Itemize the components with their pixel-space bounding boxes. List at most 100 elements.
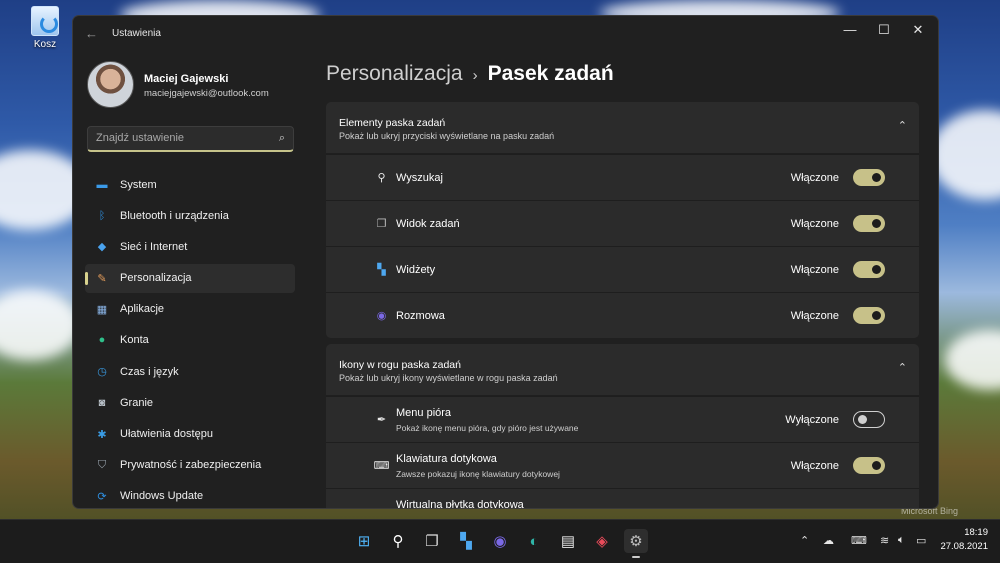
setting-label: Rozmowa	[396, 310, 445, 322]
sidebar-item-label: Granie	[120, 396, 154, 409]
sidebar-item-label: Konta	[120, 334, 149, 347]
search-input[interactable]	[88, 127, 263, 149]
taskbar-widgets-icon[interactable]: ▚	[454, 529, 478, 553]
group-header[interactable]: Elementy paska zadań Pokaż lub ukryj przy…	[326, 102, 919, 154]
toggle-switch[interactable]	[853, 411, 885, 428]
taskbar-settings-icon[interactable]: ⚙	[624, 529, 648, 558]
search-icon: ⚲	[377, 172, 386, 184]
toggle-switch[interactable]	[853, 261, 885, 278]
pen-icon: ✒	[376, 414, 387, 426]
sidebar-item-windows-update[interactable]: ⟳ Windows Update	[85, 482, 295, 508]
minimize-button[interactable]: —	[836, 22, 864, 37]
toggle-state-label: Włączone	[790, 460, 839, 472]
breadcrumb-separator-icon: ›	[472, 67, 478, 84]
taskbar-search-icon[interactable]: ⚲	[386, 529, 410, 553]
avatar[interactable]	[87, 61, 134, 108]
profile-email: maciejgajewski@outlook.com	[144, 88, 269, 99]
toggle-switch[interactable]	[853, 169, 885, 186]
sidebar-item-ułatwienia-dostępu[interactable]: ✱ Ułatwienia dostępu	[85, 420, 295, 449]
setting-label: Menu pióra	[396, 407, 452, 419]
settings-group: Ikony w rogu paska zadań Pokaż lub ukryj …	[326, 344, 919, 509]
sidebar-item-personalizacja[interactable]: ✎ Personalizacja	[85, 263, 295, 293]
clock-time: 18:19	[964, 527, 988, 538]
window-title: Ustawienia	[112, 28, 161, 39]
sidebar-item-sieć-i-internet[interactable]: ◆ Sieć i Internet	[85, 232, 295, 261]
group-subtitle: Pokaż lub ukryj przyciski wyświetlane na…	[339, 131, 555, 141]
toggle-state-label: Włączone	[790, 218, 839, 230]
settings-window: ← Ustawienia — ☐ ✕ Maciej Gajewski macie…	[72, 15, 939, 509]
recycle-bin-label: Kosz	[33, 39, 57, 50]
setting-label: Widok zadań	[396, 218, 460, 230]
sidebar-item-bluetooth-i-urządzenia[interactable]: ᛒ Bluetooth i urządzenia	[85, 201, 295, 230]
setting-row: ◉ Rozmowa Włączone	[326, 292, 919, 338]
monitor-icon: ▬	[96, 178, 108, 191]
taskbar-start-icon[interactable]: ⊞	[352, 529, 376, 553]
taskbar: ⊞ ⚲ ❐ ▚ ◉ ◐ ▤ ◈ ⚙ ⌃ ☁ ⌨ ≋ 🔈︎ ▭ 18:19 27.08.2021	[0, 519, 1000, 563]
taskbar-edge-canary-icon[interactable]: ◐	[522, 529, 546, 553]
sidebar-item-prywatność-i-zabezpieczenia[interactable]: ⛉ Prywatność i zabezpieczenia	[85, 451, 295, 480]
setting-row: ✒ Menu pióra Pokaż ikonę menu pióra, gdy p…	[326, 396, 919, 442]
toggle-switch[interactable]	[853, 215, 885, 232]
tray-overflow-chevron-icon[interactable]: ⌃	[800, 534, 809, 547]
brush-icon: ✎	[97, 272, 107, 285]
group-header[interactable]: Ikony w rogu paska zadań Pokaż lub ukryj …	[326, 344, 919, 396]
recycle-bin-icon	[31, 6, 59, 36]
taskbar-office-icon[interactable]: ◈	[590, 529, 614, 553]
wallpaper-cloud	[930, 110, 1000, 200]
chevron-up-icon[interactable]: ⌃	[898, 361, 907, 374]
touchpad-icon: ▭	[375, 505, 388, 508]
toggle-state-label: Wyłączone	[785, 414, 839, 426]
setting-description: Zawsze pokazuj ikonę klawiatury dotykowe…	[396, 469, 560, 479]
wallpaper-cloud	[0, 290, 80, 360]
setting-row: ▭ Wirtualna płytka dotykowa	[326, 488, 919, 509]
battery-icon[interactable]: ▭	[916, 534, 926, 547]
setting-row: ⚲ Wyszukaj Włączone	[326, 154, 919, 200]
taskbar-teams-chat-icon[interactable]: ◉	[488, 529, 512, 553]
sidebar-item-granie[interactable]: ◙ Granie	[85, 388, 295, 417]
back-button[interactable]: ←	[85, 26, 98, 41]
wallpaper-cloud	[945, 330, 1000, 390]
setting-row: ▚ Widżety Włączone	[326, 246, 919, 292]
sidebar-item-label: Czas i język	[120, 365, 179, 378]
page-title: Pasek zadań	[487, 62, 614, 85]
sidebar-item-system[interactable]: ▬ System	[85, 170, 295, 199]
onedrive-cloud-icon[interactable]: ☁	[823, 534, 834, 547]
sidebar-item-czas-i-język[interactable]: ◷ Czas i język	[85, 357, 295, 386]
task-view-icon: ❐	[376, 218, 387, 230]
maximize-button[interactable]: ☐	[870, 22, 898, 38]
volume-icon[interactable]: 🔈︎	[898, 534, 905, 547]
sidebar-item-konta[interactable]: ● Konta	[85, 326, 295, 355]
recycle-bin-desktop-icon[interactable]: Kosz	[22, 6, 68, 50]
toggle-switch[interactable]	[853, 457, 885, 474]
accessibility-icon: ✱	[97, 428, 107, 441]
taskbar-task-view-icon[interactable]: ❐	[420, 529, 444, 553]
sidebar-item-label: Bluetooth i urządzenia	[120, 209, 229, 222]
toggle-switch[interactable]	[853, 307, 885, 324]
shield-icon: ⛉	[97, 458, 107, 471]
setting-row: ❐ Widok zadań Włączone	[326, 200, 919, 246]
settings-group: Elementy paska zadań Pokaż lub ukryj przy…	[326, 102, 919, 338]
taskbar-store-icon[interactable]: ▤	[556, 529, 580, 553]
touch-keyboard-icon[interactable]: ⌨	[851, 534, 867, 547]
setting-label: Wirtualna płytka dotykowa	[396, 499, 524, 509]
sidebar-item-label: Aplikacje	[120, 303, 165, 316]
wifi-icon[interactable]: ≋	[880, 534, 889, 547]
close-button[interactable]: ✕	[904, 22, 932, 38]
sidebar-item-label: Sieć i Internet	[120, 240, 188, 253]
sidebar-item-aplikacje[interactable]: ▦ Aplikacje	[85, 295, 295, 324]
globe-clock-icon: ◷	[97, 366, 107, 379]
toggle-state-label: Włączone	[790, 264, 839, 276]
group-title: Ikony w rogu paska zadań	[339, 359, 461, 371]
search-icon[interactable]: ⌕	[279, 132, 285, 145]
title-bar[interactable]: ← Ustawienia — ☐ ✕	[73, 16, 938, 52]
setting-label: Klawiatura dotykowa	[396, 453, 497, 465]
widgets-icon: ▚	[377, 264, 386, 276]
keyboard-icon: ⌨	[373, 460, 390, 472]
breadcrumb-parent[interactable]: Personalizacja	[326, 62, 463, 85]
chevron-up-icon[interactable]: ⌃	[898, 119, 907, 132]
settings-search-box[interactable]: ⌕	[87, 126, 294, 152]
taskbar-clock[interactable]: 18:19 27.08.2021	[940, 526, 988, 554]
apps-icon: ▦	[96, 303, 108, 316]
update-icon: ⟳	[97, 490, 107, 503]
sidebar-item-label: Personalizacja	[120, 272, 192, 285]
